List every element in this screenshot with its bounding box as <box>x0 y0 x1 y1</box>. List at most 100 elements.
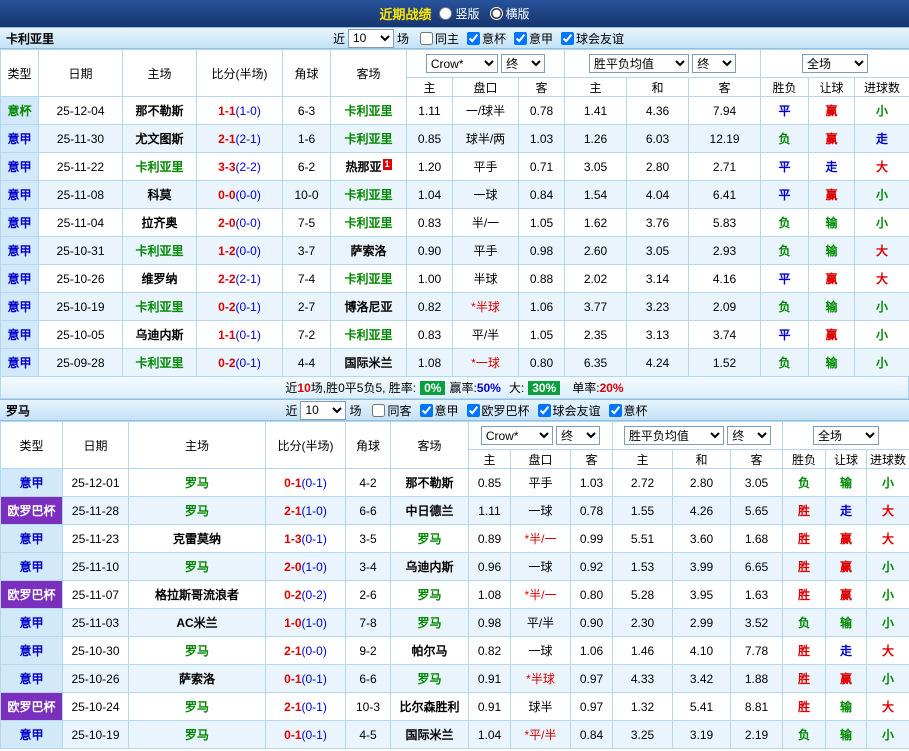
away-team[interactable]: 卡利亚里 <box>344 188 392 202</box>
scope-select[interactable]: 全场 <box>802 54 869 73</box>
filter-checkbox-input[interactable] <box>561 31 575 45</box>
away-team[interactable]: 博洛尼亚 <box>344 300 392 314</box>
away-team[interactable]: 罗马 <box>417 616 441 630</box>
filter-checkbox-input[interactable] <box>537 403 551 417</box>
away-team[interactable]: 罗马 <box>417 532 441 546</box>
home-team[interactable]: 罗马 <box>185 504 209 518</box>
filter-checkbox[interactable]: 意甲 <box>514 30 553 47</box>
match-count-select[interactable]: 10 <box>300 400 347 420</box>
home-team[interactable]: 罗马 <box>185 728 209 742</box>
away-team[interactable]: 卡利亚里 <box>344 132 392 146</box>
avg-metric-select[interactable]: 胜平负均值 <box>588 54 689 73</box>
avg-metric-select[interactable]: 胜平负均值 <box>623 426 724 445</box>
home-team[interactable]: 卡利亚里 <box>135 244 183 258</box>
filter-checkbox[interactable]: 欧罗巴杯 <box>466 402 530 419</box>
home-team[interactable]: AC米兰 <box>176 616 217 630</box>
home-team-cell[interactable]: 格拉斯哥流浪者 <box>128 580 266 609</box>
filter-checkbox-input[interactable] <box>372 403 386 417</box>
home-team-cell[interactable]: 罗马 <box>128 468 266 497</box>
home-team-cell[interactable]: 那不勒斯 <box>122 96 197 125</box>
away-team-cell[interactable]: 卡利亚里 <box>330 96 407 125</box>
away-team[interactable]: 那不勒斯 <box>405 476 453 490</box>
away-team[interactable]: 帕尔马 <box>411 644 447 658</box>
away-team[interactable]: 乌迪内斯 <box>405 560 453 574</box>
filter-checkbox[interactable]: 同客 <box>372 402 412 419</box>
away-team-cell[interactable]: 热那亚 1 <box>330 152 407 181</box>
away-team[interactable]: 卡利亚里 <box>344 216 392 230</box>
away-team-cell[interactable]: 卡利亚里 <box>330 180 407 209</box>
home-team-cell[interactable]: 罗马 <box>128 552 266 581</box>
away-team-cell[interactable]: 卡利亚里 <box>330 208 407 237</box>
home-team-cell[interactable]: AC米兰 <box>128 608 266 637</box>
away-team-cell[interactable]: 罗马 <box>390 580 469 609</box>
away-team-cell[interactable]: 比尔森胜利 <box>390 692 469 721</box>
away-team-cell[interactable]: 那不勒斯 <box>390 468 469 497</box>
home-team[interactable]: 罗马 <box>185 560 209 574</box>
home-team[interactable]: 卡利亚里 <box>135 356 183 370</box>
away-team-cell[interactable]: 卡利亚里 <box>330 264 407 293</box>
home-team[interactable]: 格拉斯哥流浪者 <box>155 588 239 602</box>
filter-checkbox-input[interactable] <box>466 403 480 417</box>
away-team[interactable]: 罗马 <box>417 588 441 602</box>
away-team-cell[interactable]: 卡利亚里 <box>330 124 407 153</box>
away-team[interactable]: 罗马 <box>417 672 441 686</box>
home-team[interactable]: 罗马 <box>185 700 209 714</box>
filter-checkbox[interactable]: 意杯 <box>608 402 648 419</box>
filter-checkbox[interactable]: 球会友谊 <box>537 402 601 419</box>
home-team-cell[interactable]: 克雷莫纳 <box>128 524 266 553</box>
home-team[interactable]: 罗马 <box>185 476 209 490</box>
odds-company-select[interactable]: Crow* <box>425 54 498 73</box>
home-team-cell[interactable]: 卡利亚里 <box>122 292 197 321</box>
away-team-cell[interactable]: 卡利亚里 <box>330 320 407 349</box>
filter-checkbox[interactable]: 意杯 <box>467 30 506 47</box>
home-team-cell[interactable]: 卡利亚里 <box>122 152 197 181</box>
away-team-cell[interactable]: 国际米兰 <box>390 720 469 749</box>
home-team-cell[interactable]: 罗马 <box>128 636 266 665</box>
away-team[interactable]: 比尔森胜利 <box>399 700 459 714</box>
away-team[interactable]: 国际米兰 <box>344 356 392 370</box>
home-team[interactable]: 克雷莫纳 <box>173 532 221 546</box>
filter-checkbox-input[interactable] <box>608 403 622 417</box>
away-team-cell[interactable]: 罗马 <box>390 664 469 693</box>
home-team[interactable]: 维罗纳 <box>141 272 177 286</box>
home-team[interactable]: 拉齐奥 <box>141 216 177 230</box>
odds-stage-select[interactable]: 终 <box>556 426 601 445</box>
home-team[interactable]: 科莫 <box>147 188 171 202</box>
home-team-cell[interactable]: 罗马 <box>128 720 266 749</box>
view-mode-option[interactable]: 竖版 <box>439 5 480 22</box>
away-team-cell[interactable]: 萨索洛 <box>330 236 407 265</box>
away-team-cell[interactable]: 博洛尼亚 <box>330 292 407 321</box>
view-mode-radio[interactable] <box>439 7 453 20</box>
filter-checkbox-input[interactable] <box>419 31 433 45</box>
away-team-cell[interactable]: 罗马 <box>390 608 469 637</box>
home-team[interactable]: 尤文图斯 <box>135 132 183 146</box>
view-mode-option[interactable]: 横版 <box>489 5 530 22</box>
home-team-cell[interactable]: 罗马 <box>128 496 266 525</box>
match-count-select[interactable]: 10 <box>347 28 394 48</box>
home-team-cell[interactable]: 卡利亚里 <box>122 236 197 265</box>
scope-select[interactable]: 全场 <box>813 426 880 445</box>
avg-stage-select[interactable]: 终 <box>727 426 772 445</box>
away-team-cell[interactable]: 帕尔马 <box>390 636 469 665</box>
home-team[interactable]: 乌迪内斯 <box>135 328 183 342</box>
home-team-cell[interactable]: 罗马 <box>128 692 266 721</box>
filter-checkbox-input[interactable] <box>514 31 528 45</box>
away-team-cell[interactable]: 国际米兰 <box>330 348 407 377</box>
odds-company-select[interactable]: Crow* <box>480 426 553 445</box>
home-team[interactable]: 那不勒斯 <box>135 104 183 118</box>
avg-stage-select[interactable]: 终 <box>692 54 737 73</box>
away-team[interactable]: 卡利亚里 <box>344 104 392 118</box>
away-team[interactable]: 卡利亚里 <box>344 272 392 286</box>
away-team-cell[interactable]: 乌迪内斯 <box>390 552 469 581</box>
filter-checkbox[interactable]: 意甲 <box>419 402 459 419</box>
away-team[interactable]: 国际米兰 <box>405 728 453 742</box>
filter-checkbox-input[interactable] <box>419 403 433 417</box>
view-mode-radio[interactable] <box>489 7 503 20</box>
home-team-cell[interactable]: 维罗纳 <box>122 264 197 293</box>
away-team[interactable]: 中日德兰 <box>405 504 453 518</box>
filter-checkbox[interactable]: 同主 <box>419 30 459 47</box>
away-team[interactable]: 卡利亚里 <box>344 328 392 342</box>
odds-stage-select[interactable]: 终 <box>501 54 546 73</box>
home-team[interactable]: 萨索洛 <box>179 672 215 686</box>
home-team-cell[interactable]: 卡利亚里 <box>122 348 197 377</box>
